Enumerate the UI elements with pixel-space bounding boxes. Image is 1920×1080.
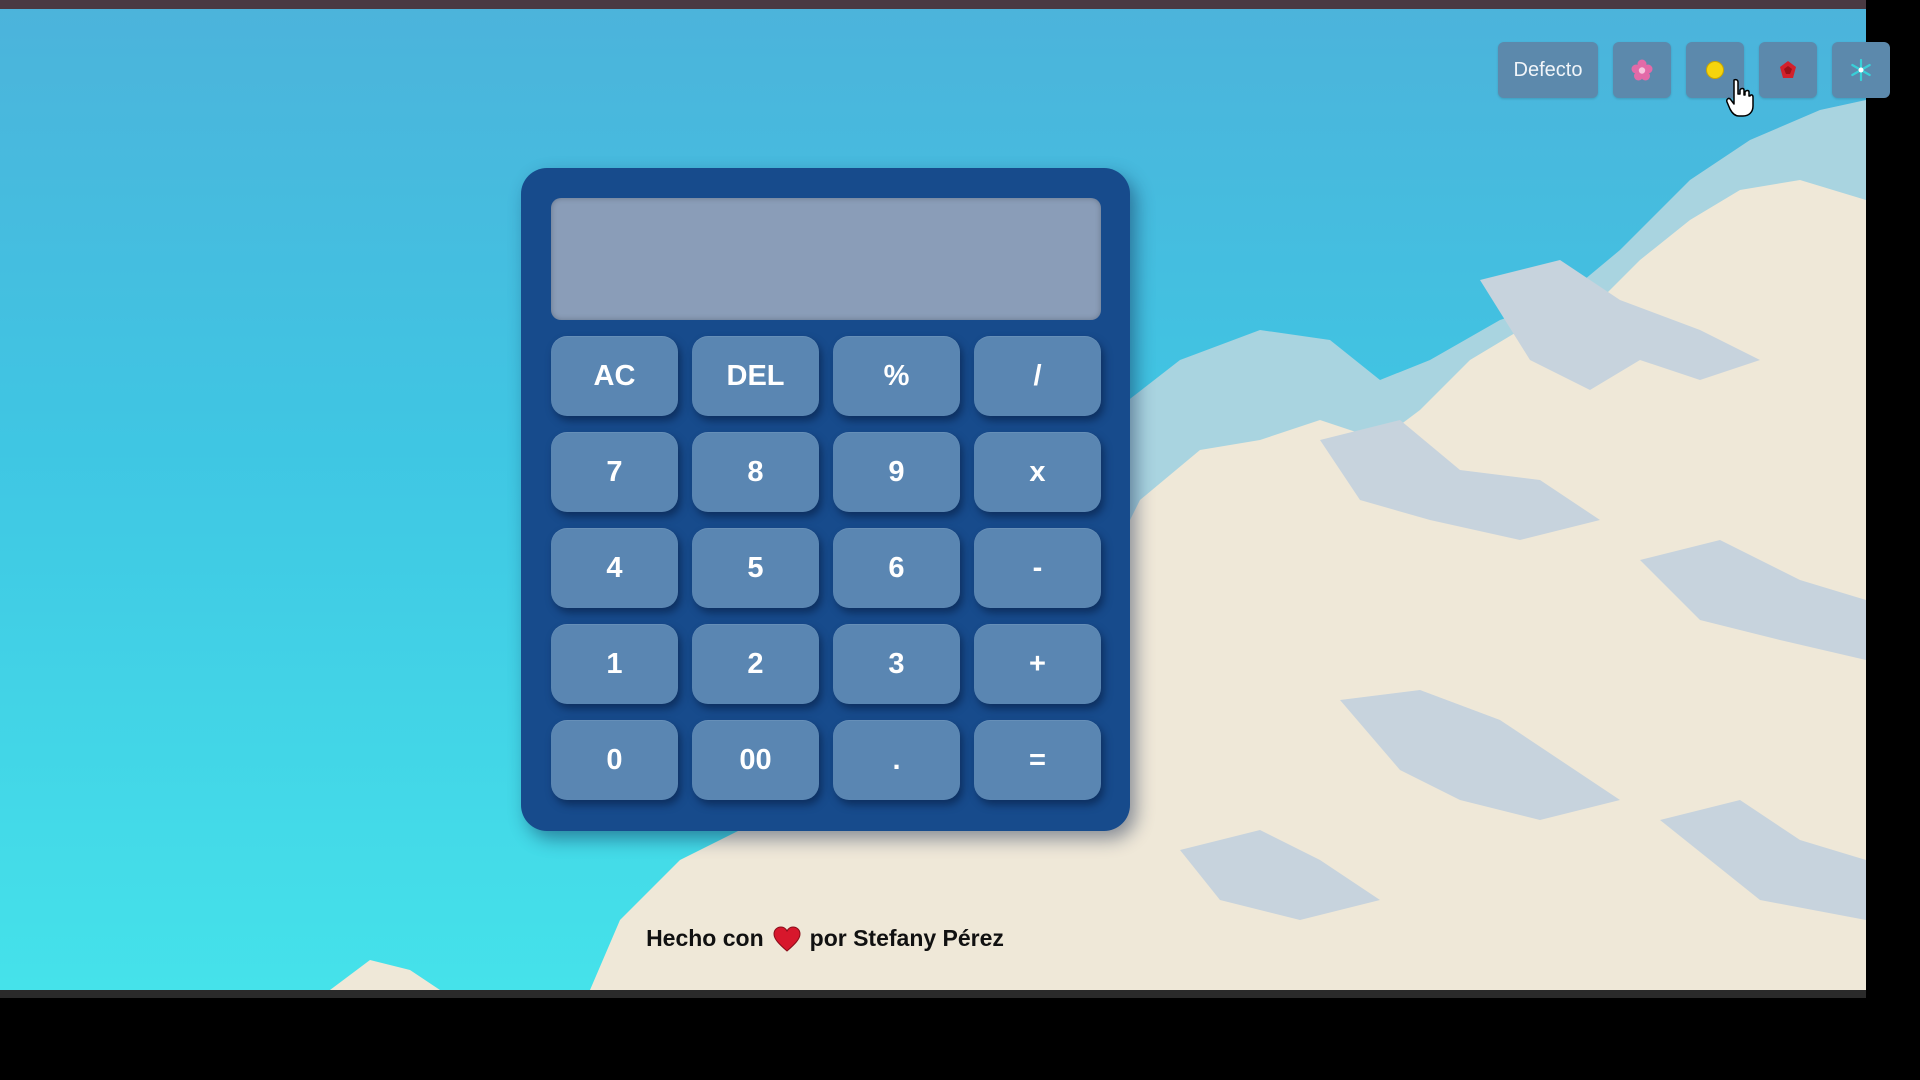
theme-snow-button[interactable] [1832, 42, 1890, 98]
key-add[interactable]: + [974, 624, 1101, 704]
flower-icon [1631, 59, 1653, 81]
heart-icon [773, 925, 801, 952]
key-1[interactable]: 1 [551, 624, 678, 704]
footer-credit: Hecho con por Stefany Pérez [0, 925, 1650, 952]
key-percent[interactable]: % [833, 336, 960, 416]
key-3[interactable]: 3 [833, 624, 960, 704]
key-4[interactable]: 4 [551, 528, 678, 608]
key-subtract[interactable]: - [974, 528, 1101, 608]
calculator: AC DEL % / 7 8 9 x 4 5 6 - 1 2 3 + 0 00 … [521, 168, 1130, 831]
key-7[interactable]: 7 [551, 432, 678, 512]
footer-prefix: Hecho con [646, 925, 764, 951]
key-multiply[interactable]: x [974, 432, 1101, 512]
theme-selector: Defecto [1498, 42, 1890, 98]
snowflake-icon [1851, 58, 1871, 82]
key-0[interactable]: 0 [551, 720, 678, 800]
key-double-zero[interactable]: 00 [692, 720, 819, 800]
key-clear[interactable]: AC [551, 336, 678, 416]
key-decimal[interactable]: . [833, 720, 960, 800]
theme-default-button[interactable]: Defecto [1498, 42, 1598, 98]
footer-author: por Stefany Pérez [809, 925, 1004, 951]
taskbar-edge [0, 990, 1866, 998]
key-divide[interactable]: / [974, 336, 1101, 416]
calculator-display [551, 198, 1101, 320]
theme-flower-button[interactable] [1613, 42, 1671, 98]
window-top-edge [0, 0, 1866, 9]
key-9[interactable]: 9 [833, 432, 960, 512]
key-6[interactable]: 6 [833, 528, 960, 608]
rose-icon [1780, 61, 1796, 78]
theme-rose-button[interactable] [1759, 42, 1817, 98]
key-8[interactable]: 8 [692, 432, 819, 512]
key-2[interactable]: 2 [692, 624, 819, 704]
key-equals[interactable]: = [974, 720, 1101, 800]
calculator-keypad: AC DEL % / 7 8 9 x 4 5 6 - 1 2 3 + 0 00 … [551, 336, 1101, 800]
sun-icon [1706, 61, 1724, 79]
key-delete[interactable]: DEL [692, 336, 819, 416]
key-5[interactable]: 5 [692, 528, 819, 608]
hand-cursor-icon [1726, 78, 1754, 117]
theme-default-label: Defecto [1513, 58, 1583, 81]
